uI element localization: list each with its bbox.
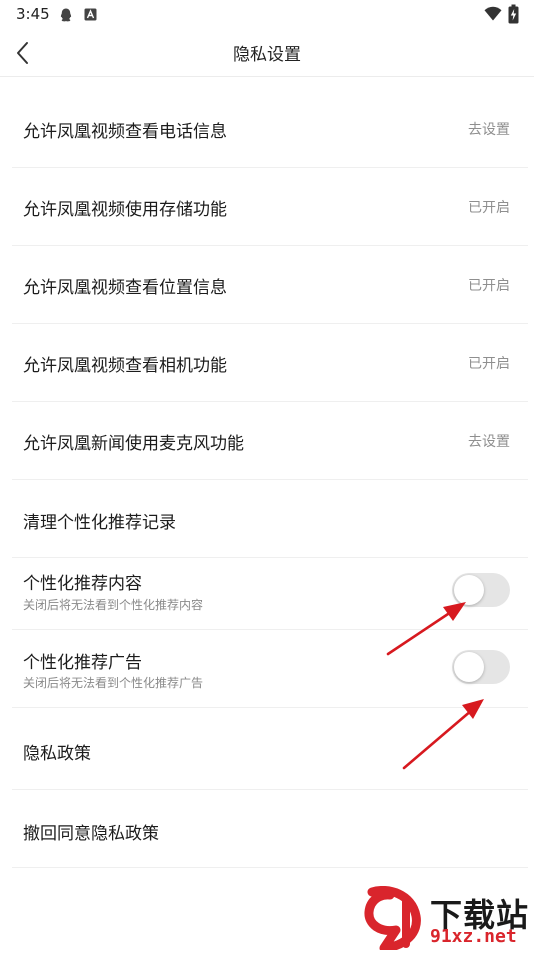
battery-charging-icon xyxy=(508,4,519,24)
permission-label: 允许凤凰视频查看电话信息 xyxy=(23,122,227,142)
permission-status[interactable]: 已开启 xyxy=(468,353,510,373)
permission-label: 允许凤凰视频查看相机功能 xyxy=(23,356,227,376)
status-time: 3:45 xyxy=(16,5,50,23)
wifi-icon xyxy=(484,6,502,21)
permission-row-storage[interactable]: 允许凤凰视频使用存储功能 已开启 xyxy=(12,168,528,246)
page-title: 隐私设置 xyxy=(233,45,301,65)
revoke-consent-label: 撤回同意隐私政策 xyxy=(23,824,159,844)
annotation-arrow-icon xyxy=(386,602,466,656)
permission-status[interactable]: 已开启 xyxy=(468,197,510,217)
permission-status[interactable]: 已开启 xyxy=(468,275,510,295)
permission-status[interactable]: 去设置 xyxy=(468,431,510,451)
permission-label: 允许凤凰新闻使用麦克风功能 xyxy=(23,434,244,454)
91-logo-icon xyxy=(364,885,421,953)
annotation-arrow-icon xyxy=(402,699,484,770)
status-bar: 3:45 xyxy=(0,0,534,30)
toggle-label: 个性化推荐内容 xyxy=(23,574,142,594)
permission-row-location[interactable]: 允许凤凰视频查看位置信息 已开启 xyxy=(12,246,528,324)
permission-status[interactable]: 去设置 xyxy=(468,119,510,139)
toggle-subtitle: 关闭后将无法看到个性化推荐内容 xyxy=(23,598,204,612)
toggle-label: 个性化推荐广告 xyxy=(23,653,142,673)
clear-history-label: 清理个性化推荐记录 xyxy=(23,513,176,533)
toggle-subtitle: 关闭后将无法看到个性化推荐广告 xyxy=(23,676,204,690)
permission-row-microphone[interactable]: 允许凤凰新闻使用麦克风功能 去设置 xyxy=(12,402,528,480)
permission-label: 允许凤凰视频查看位置信息 xyxy=(23,278,227,298)
privacy-policy-label: 隐私政策 xyxy=(23,744,91,764)
qq-icon xyxy=(60,8,72,22)
watermark: 下载站 91xz.net xyxy=(362,885,534,953)
nav-bar: 隐私设置 xyxy=(0,30,534,77)
watermark-url: 91xz.net xyxy=(430,926,517,947)
app-a-icon xyxy=(84,8,97,21)
permission-label: 允许凤凰视频使用存储功能 xyxy=(23,200,227,220)
clear-recommendation-history-row[interactable]: 清理个性化推荐记录 xyxy=(12,480,528,558)
permission-row-phone[interactable]: 允许凤凰视频查看电话信息 去设置 xyxy=(12,90,528,168)
permission-row-camera[interactable]: 允许凤凰视频查看相机功能 已开启 xyxy=(12,324,528,402)
revoke-privacy-consent-row[interactable]: 撤回同意隐私政策 xyxy=(12,790,528,868)
